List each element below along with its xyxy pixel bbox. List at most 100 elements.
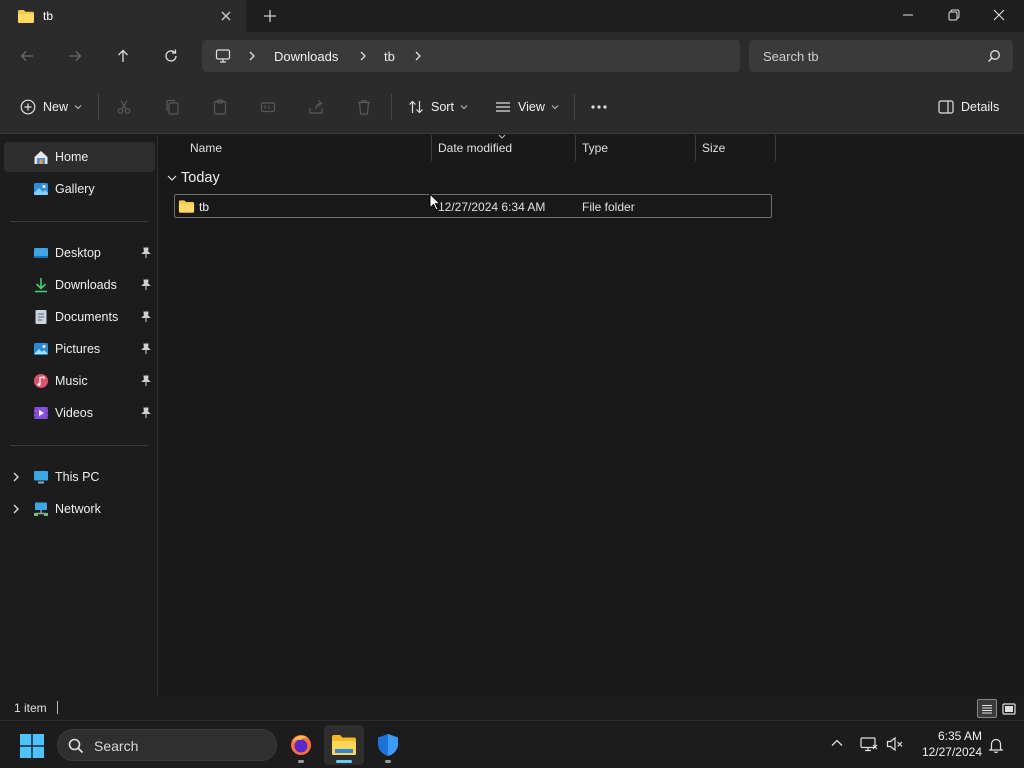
column-header-name[interactable]: Name: [159, 135, 431, 161]
refresh-button[interactable]: [159, 44, 183, 68]
file-name: tb: [199, 200, 210, 214]
sort-label: Sort: [431, 100, 454, 114]
sidebar-item-label: Videos: [55, 406, 93, 420]
breadcrumb-tb[interactable]: tb: [384, 49, 395, 64]
view-button[interactable]: View: [495, 96, 559, 118]
divider: [98, 94, 99, 120]
forward-button[interactable]: [63, 44, 87, 68]
group-label: Today: [181, 170, 220, 186]
chevron-right-icon[interactable]: [247, 50, 257, 62]
taskbar-app-file-explorer[interactable]: [324, 725, 364, 765]
search-icon[interactable]: [987, 49, 1001, 63]
details-pane-icon: [938, 100, 954, 114]
column-header-size[interactable]: Size: [696, 135, 775, 161]
sidebar-item-gallery[interactable]: Gallery: [4, 174, 155, 204]
details-label: Details: [961, 100, 1000, 114]
delete-button[interactable]: [356, 96, 372, 118]
taskbar-search-box[interactable]: Search: [57, 729, 277, 761]
tab-title: tb: [43, 9, 54, 23]
title-bar: tb: [0, 0, 1024, 32]
sidebar-item-home[interactable]: Home: [4, 142, 155, 172]
sidebar-item-label: Home: [55, 150, 89, 164]
see-more-button[interactable]: [590, 96, 608, 118]
new-tab-button[interactable]: [262, 8, 278, 24]
folder-icon: [178, 199, 195, 213]
restore-button[interactable]: [931, 0, 977, 30]
breadcrumb-downloads[interactable]: Downloads: [274, 49, 338, 64]
chevron-right-icon[interactable]: [11, 503, 21, 515]
close-window-button[interactable]: [976, 0, 1022, 30]
divider: [57, 701, 58, 714]
search-icon: [68, 738, 84, 754]
table-row[interactable]: tb 12/27/2024 6:34 AM File folder: [174, 194, 772, 218]
rename-button[interactable]: [260, 96, 276, 118]
copy-icon: [164, 99, 180, 115]
column-header-date-modified[interactable]: Date modified: [432, 134, 575, 161]
minimize-button[interactable]: [885, 0, 931, 30]
address-bar[interactable]: Downloads tb: [202, 40, 740, 72]
sidebar-item-label: This PC: [55, 470, 100, 484]
pin-icon: [141, 311, 151, 323]
chevron-down-icon: [167, 174, 177, 182]
taskbar-search-label: Search: [94, 738, 139, 754]
sidebar-item-downloads[interactable]: Downloads: [4, 270, 155, 300]
network-status-icon[interactable]: [860, 736, 878, 752]
column-header-type[interactable]: Type: [576, 135, 695, 161]
sort-button[interactable]: Sort: [408, 96, 468, 118]
search-input[interactable]: Search tb: [749, 40, 1013, 72]
chevron-right-icon[interactable]: [413, 50, 423, 62]
volume-muted-icon[interactable]: [886, 736, 904, 752]
notification-bell-icon[interactable]: [988, 737, 1004, 753]
taskbar-app-firefox[interactable]: [281, 725, 321, 765]
back-button[interactable]: [15, 44, 39, 68]
sidebar-item-label: Pictures: [55, 342, 101, 356]
cut-icon: [116, 99, 132, 115]
copy-button[interactable]: [164, 96, 180, 118]
sidebar-item-pictures[interactable]: Pictures: [4, 334, 155, 364]
pictures-icon: [33, 341, 49, 357]
folder-icon: [17, 9, 35, 23]
chevron-right-icon[interactable]: [11, 471, 21, 483]
column-resize-handle[interactable]: [775, 135, 776, 161]
sidebar-item-this-pc[interactable]: This PC: [4, 462, 155, 492]
column-header-label: Name: [190, 141, 223, 155]
chevron-right-icon[interactable]: [358, 50, 368, 62]
chevron-down-icon: [74, 104, 82, 110]
gallery-icon: [33, 181, 49, 197]
sidebar-item-network[interactable]: Network: [4, 494, 155, 524]
details-pane-button[interactable]: Details: [938, 96, 999, 118]
pin-icon: [141, 407, 151, 419]
paste-button[interactable]: [212, 96, 228, 118]
chevron-down-icon: [460, 104, 468, 110]
search-placeholder: Search tb: [763, 49, 819, 64]
windows-security-icon: [377, 733, 399, 757]
pin-icon: [141, 247, 151, 259]
show-hidden-icons-chevron-icon[interactable]: [830, 736, 844, 750]
taskbar-app-windows-security[interactable]: [368, 725, 408, 765]
music-icon: [33, 373, 49, 389]
up-button[interactable]: [111, 44, 135, 68]
new-button[interactable]: New: [20, 96, 82, 118]
videos-icon: [33, 405, 49, 421]
group-header-today[interactable]: Today: [167, 170, 220, 186]
close-tab-icon[interactable]: [218, 8, 234, 24]
taskbar: Search 6:35 AM 12/27/2024: [0, 720, 1024, 768]
view-icon: [495, 99, 511, 115]
sidebar-item-label: Downloads: [55, 278, 117, 292]
share-button[interactable]: [308, 96, 324, 118]
taskbar-clock[interactable]: 6:35 AM 12/27/2024: [912, 728, 982, 760]
windows-start-icon[interactable]: [20, 734, 44, 758]
large-icons-view-button[interactable]: [999, 699, 1019, 718]
tab-tb[interactable]: tb: [0, 0, 246, 32]
divider: [10, 445, 148, 446]
details-view-button[interactable]: [977, 699, 997, 718]
column-header-label: Size: [702, 141, 726, 155]
sidebar-item-desktop[interactable]: Desktop: [4, 238, 155, 268]
sidebar-item-documents[interactable]: Documents: [4, 302, 155, 332]
new-label: New: [43, 100, 69, 114]
sidebar-item-music[interactable]: Music: [4, 366, 155, 396]
sort-descending-icon: [498, 134, 506, 139]
cut-button[interactable]: [116, 96, 132, 118]
sidebar-item-videos[interactable]: Videos: [4, 398, 155, 428]
file-date-modified: 12/27/2024 6:34 AM: [438, 200, 546, 214]
